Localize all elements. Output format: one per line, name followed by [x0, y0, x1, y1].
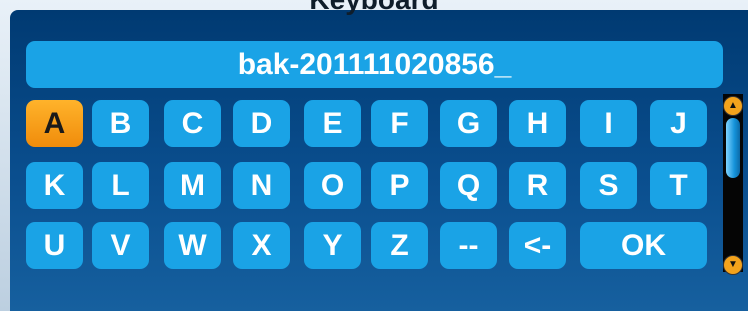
key-f[interactable]: F — [371, 100, 428, 147]
key-a[interactable]: A — [26, 100, 83, 147]
key-n[interactable]: N — [233, 162, 290, 209]
window-frame: Keyboard bak-201111020856_ A B C D E F G… — [0, 0, 748, 311]
key-j[interactable]: J — [650, 100, 707, 147]
key-dash[interactable]: -- — [440, 222, 497, 269]
key-ok[interactable]: OK — [580, 222, 707, 269]
key-m[interactable]: M — [164, 162, 221, 209]
key-p[interactable]: P — [371, 162, 428, 209]
key-w[interactable]: W — [164, 222, 221, 269]
scrollbar-thumb[interactable] — [726, 118, 740, 178]
key-c[interactable]: C — [164, 100, 221, 147]
key-e[interactable]: E — [304, 100, 361, 147]
key-g[interactable]: G — [440, 100, 497, 147]
key-q[interactable]: Q — [440, 162, 497, 209]
key-l[interactable]: L — [92, 162, 149, 209]
key-b[interactable]: B — [92, 100, 149, 147]
key-t[interactable]: T — [650, 162, 707, 209]
key-v[interactable]: V — [92, 222, 149, 269]
key-x[interactable]: X — [233, 222, 290, 269]
key-s[interactable]: S — [580, 162, 637, 209]
text-input-display[interactable]: bak-201111020856_ — [26, 41, 723, 88]
keyboard-title: Keyboard — [0, 0, 748, 16]
key-y[interactable]: Y — [304, 222, 361, 269]
key-h[interactable]: H — [509, 100, 566, 147]
arrow-up-icon[interactable]: ▲ — [723, 96, 743, 116]
key-d[interactable]: D — [233, 100, 290, 147]
key-u[interactable]: U — [26, 222, 83, 269]
key-o[interactable]: O — [304, 162, 361, 209]
key-backspace[interactable]: <- — [509, 222, 566, 269]
arrow-down-icon[interactable]: ▼ — [723, 255, 743, 275]
key-i[interactable]: I — [580, 100, 637, 147]
key-k[interactable]: K — [26, 162, 83, 209]
key-z[interactable]: Z — [371, 222, 428, 269]
key-r[interactable]: R — [509, 162, 566, 209]
